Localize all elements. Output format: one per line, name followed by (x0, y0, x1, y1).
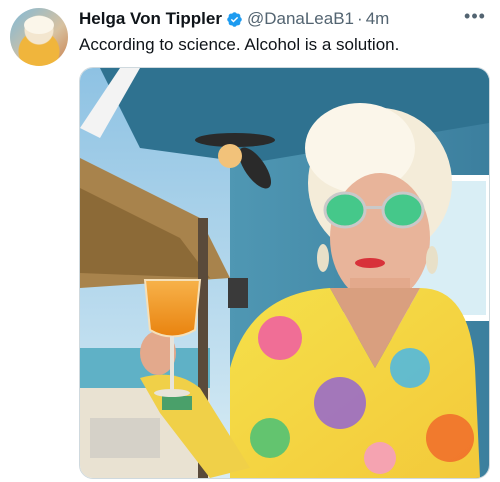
tweet-text: According to science. Alcohol is a solut… (79, 35, 400, 54)
verified-badge-icon[interactable] (226, 11, 243, 28)
user-handle[interactable]: @DanaLeaB1 (247, 9, 354, 29)
display-name[interactable]: Helga Von Tippler (79, 9, 222, 29)
timestamp[interactable]: 4m (366, 9, 390, 29)
tweet-header: Helga Von Tippler @DanaLeaB1 · 4m (79, 8, 389, 30)
tweet: Helga Von Tippler @DanaLeaB1 · 4m ••• Ac… (0, 0, 500, 482)
more-options-icon[interactable]: ••• (462, 4, 488, 28)
avatar[interactable] (10, 8, 68, 66)
tweet-photo[interactable] (79, 67, 490, 479)
separator-dot: · (357, 9, 363, 28)
